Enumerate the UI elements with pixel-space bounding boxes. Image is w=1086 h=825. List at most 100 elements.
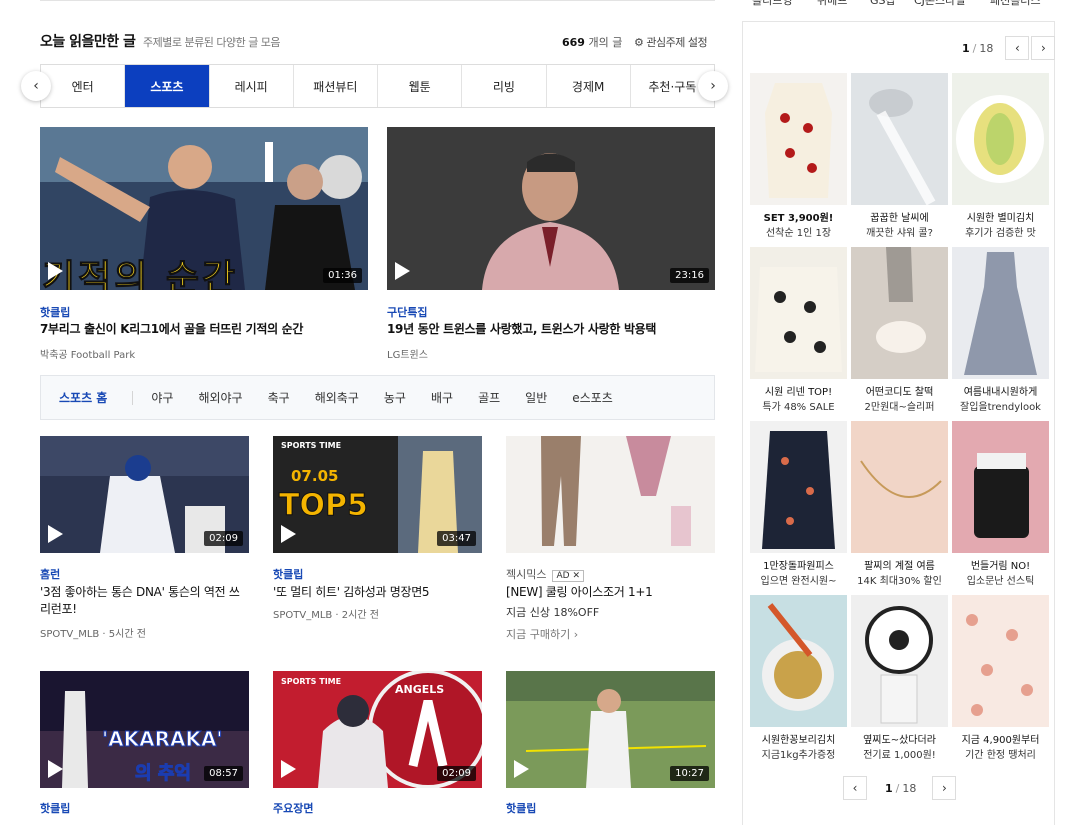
subnav-soccer[interactable]: 축구 [268,389,290,406]
shop-item-image[interactable] [952,595,1049,727]
featured-video-thumbnail[interactable]: 기적의 순간 01:36 [40,127,368,290]
card-video-thumbnail[interactable]: 02:09 [40,436,249,553]
card-title[interactable]: '또 멀티 히트' 김하성과 명장면5 [273,584,482,601]
tab-sports[interactable]: 스포츠 [125,65,210,107]
featured-source: 박축공 Football Park [40,350,136,361]
shower-head-image [851,73,948,205]
play-icon [281,525,296,543]
mall-link[interactable]: GS샵 [870,0,896,8]
shop-prev-button[interactable]: ‹ [1005,36,1030,60]
card-title[interactable]: '3점 좋아하는 통슨 DNA' 통슨의 역전 쓰리런포! [40,584,249,618]
shop-item-image[interactable] [851,73,948,205]
subnav-basketball[interactable]: 농구 [384,389,406,406]
topic-tabs: 엔터 스포츠 레시피 패션뷰티 웹툰 리빙 경제M 추천·구독 [40,64,715,108]
chevron-right-icon: › [941,781,947,795]
shop-item-image[interactable] [750,73,847,205]
shop-item-desc: 14K 최대30% 할인 [857,576,942,587]
shop-item-desc: 특가 48% SALE [762,402,835,413]
shop-item-image[interactable] [952,73,1049,205]
mall-link[interactable]: CJ온스타일 [914,0,965,8]
shop-item-title[interactable]: 꿉꿉한 날씨에 [851,209,948,224]
tab-entertainment[interactable]: 엔터 [41,65,126,107]
shop-pager-bottom: ‹ 1/18 › [843,776,957,800]
card-title[interactable]: [NEW] 쿨링 아이스조거 1+1 [506,584,715,601]
sports-subnav: 스포츠 홈 야구 해외야구 축구 해외축구 농구 배구 골프 일반 e스포츠 [40,375,715,420]
subnav-baseball[interactable]: 야구 [151,389,173,406]
tab-webtoon[interactable]: 웹툰 [378,65,463,107]
shop-item-image[interactable] [851,595,948,727]
ad-badge[interactable]: AD ✕ [552,570,584,582]
subnav-golf[interactable]: 골프 [478,389,500,406]
shop-item-title[interactable]: 시원한 별미김치 [952,209,1049,224]
shop-item-title[interactable]: 1만장돌파원피스 [750,557,847,572]
chevron-left-icon: ‹ [852,781,858,795]
shop-prev-button[interactable]: ‹ [843,776,867,800]
subnav-volleyball[interactable]: 배구 [431,389,453,406]
tabs-next-button[interactable]: › [698,71,728,101]
featured-video-thumbnail[interactable]: 23:16 [387,127,715,290]
featured-title[interactable]: 19년 동안 트윈스를 사랑했고, 트윈스가 사랑한 박용택 [387,321,656,338]
top-divider [40,0,715,1]
featured-category[interactable]: 핫클립 [40,304,70,320]
shop-item-title[interactable]: 여름내내시원하게 [952,383,1049,398]
shopping-mall-strip: 올리브영 위메프 GS샵 CJ온스타일 패션플러스 [742,0,1055,22]
card-video-thumbnail[interactable]: SPORTS TIME ANGELS 02:09 [273,671,482,788]
featured-title[interactable]: 7부리그 출신이 K리그1에서 골을 터뜨린 기적의 순간 [40,321,303,338]
card-category[interactable]: 주요장면 [273,800,313,816]
shop-item-title[interactable]: 시원 리넨 TOP! [750,383,847,398]
mall-link[interactable]: 패션플러스 [990,0,1041,8]
shop-next-button[interactable]: › [1031,36,1056,60]
ad-buy-link[interactable]: 지금 구매하기 › [506,626,578,642]
card-category[interactable]: 홈런 [40,566,60,582]
shop-item-image[interactable] [851,421,948,553]
card-category[interactable]: 핫클립 [40,800,70,816]
shop-item-image[interactable] [750,421,847,553]
shop-item-title[interactable]: 시원한꽁보리김치 [750,731,847,746]
shop-item-image[interactable] [750,595,847,727]
interview-scene-image [387,127,715,290]
shop-item-title[interactable]: 팔찌의 계절 여름 [851,557,948,572]
shop-item-image[interactable] [952,421,1049,553]
shop-item-title[interactable]: SET 3,900원! [750,209,847,224]
shop-item-desc: 깨끗한 샤워 콜? [866,228,933,239]
card-image-text: ANGELS [395,683,445,696]
card-image-text: TOP5 [279,488,369,524]
tab-recipe[interactable]: 레시피 [210,65,294,107]
video-duration: 23:16 [670,268,709,283]
mall-link[interactable]: 위메프 [817,0,847,8]
subnav-esports[interactable]: e스포츠 [572,389,613,406]
ad-description: 지금 신상 18%OFF [506,606,600,619]
close-icon[interactable]: ✕ [572,571,580,581]
video-duration: 10:27 [670,766,709,781]
shop-item-desc: 지금1kg추가증정 [761,750,836,761]
subnav-general[interactable]: 일반 [525,389,547,406]
tab-economy[interactable]: 경제M [547,65,631,107]
shop-item-title[interactable]: 옆찌도~샀다더라 [851,731,948,746]
shop-item-image[interactable] [952,247,1049,379]
ad-product-image[interactable] [506,436,715,553]
mall-link[interactable]: 올리브영 [752,0,792,8]
chevron-right-icon: › [1040,41,1046,55]
featured-category[interactable]: 구단특집 [387,304,427,320]
video-duration: 08:57 [204,766,243,781]
tabs-prev-button[interactable]: ‹ [21,71,51,101]
shop-item-image[interactable] [851,247,948,379]
subnav-overseas-baseball[interactable]: 해외야구 [198,389,242,406]
card-video-thumbnail[interactable]: 10:27 [506,671,715,788]
card-category[interactable]: 핫클립 [506,800,536,816]
shop-item-title[interactable]: 지금 4,900원부터 [952,731,1049,746]
shop-item-title[interactable]: 번들거림 NO! [952,557,1049,572]
shop-next-button[interactable]: › [932,776,957,800]
interest-setting-link[interactable]: ⚙ 관심주제 설정 [634,34,708,50]
shop-item-image[interactable] [750,247,847,379]
card-video-thumbnail[interactable]: SPORTS TIME 07.05 TOP5 03:47 [273,436,482,553]
card-category[interactable]: 핫클립 [273,566,303,582]
card-video-thumbnail[interactable]: 'AKARAKA' 의 추억 08:57 [40,671,249,788]
total-pages: 18 [902,781,917,795]
tab-fashion-beauty[interactable]: 패션뷰티 [294,65,378,107]
tab-living[interactable]: 리빙 [462,65,547,107]
shop-item-title[interactable]: 어떤코디도 찰떡 [851,383,948,398]
slipper-image [851,247,948,379]
subnav-sports-home[interactable]: 스포츠 홈 [59,389,107,406]
subnav-overseas-soccer[interactable]: 해외축구 [315,389,359,406]
